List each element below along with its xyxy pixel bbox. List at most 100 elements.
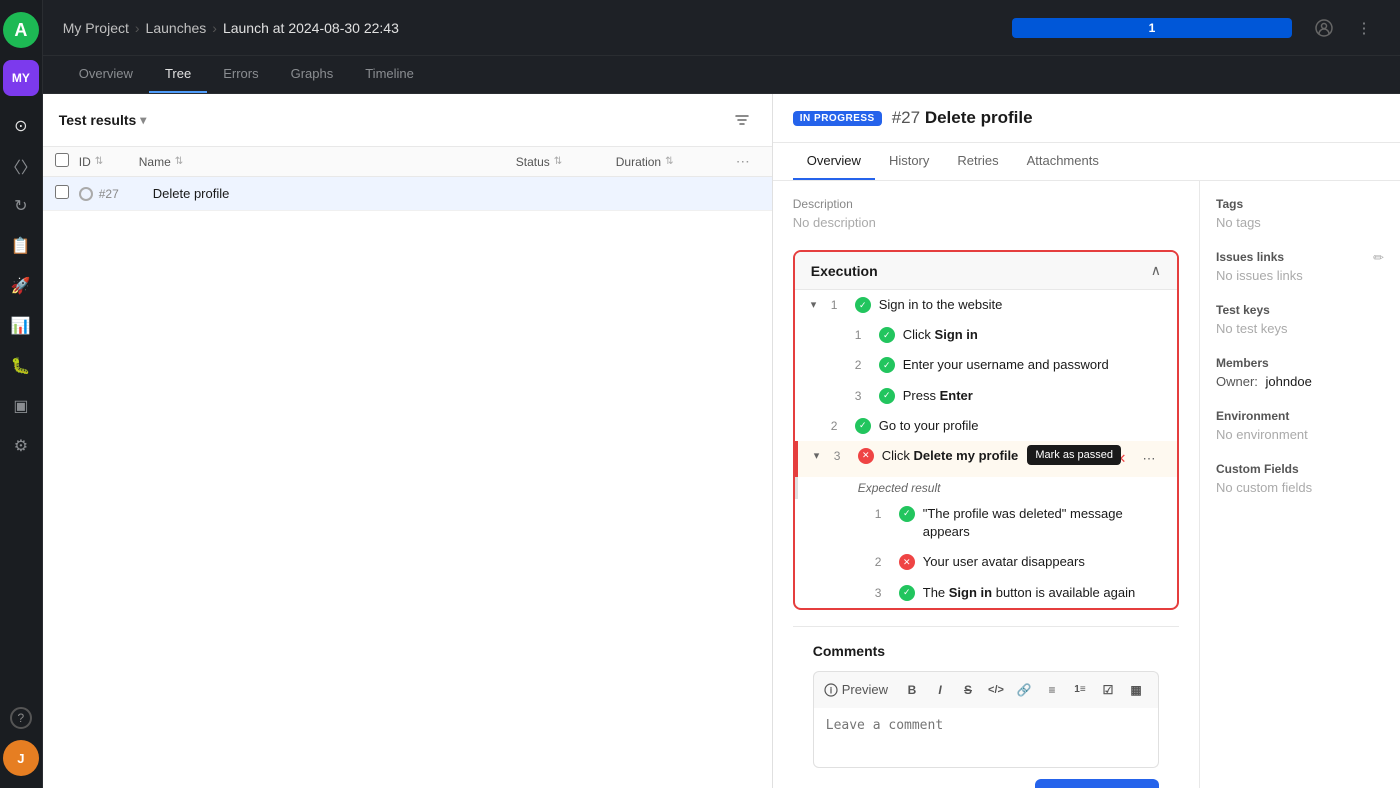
expand-step3-icon[interactable]: ▾ xyxy=(814,449,830,462)
environment-label: Environment xyxy=(1216,409,1384,423)
right-body: Description No description Execution ∧ ▾… xyxy=(773,181,1400,788)
test-number: #27 xyxy=(892,108,920,127)
step3-actions: Mark as passed ✓ ✕ ⋯ xyxy=(1081,447,1161,471)
sort-name-icon: ⇅ xyxy=(175,156,183,167)
environment-section: Environment No environment xyxy=(1216,409,1384,442)
step1-3-text: Press Enter xyxy=(903,387,1161,405)
step-more-button[interactable]: ⋯ xyxy=(1137,447,1161,471)
select-all-checkbox[interactable] xyxy=(55,153,79,170)
edit-issues-button[interactable]: ✏ xyxy=(1373,250,1384,266)
leave-comment-button[interactable]: Leave a comment xyxy=(1035,779,1159,788)
chart-icon[interactable]: 📊 xyxy=(3,308,39,344)
test-keys-value: No test keys xyxy=(1216,321,1384,336)
execution-box: Execution ∧ ▾ 1 ✓ Sign in to the website xyxy=(793,250,1179,610)
settings-icon[interactable]: ⚙ xyxy=(3,428,39,464)
bug-icon[interactable]: 🐛 xyxy=(3,348,39,384)
code-button[interactable]: </> xyxy=(984,678,1008,702)
help-icon[interactable]: ? xyxy=(3,700,39,736)
execution-header: Execution ∧ xyxy=(795,252,1177,290)
col-duration[interactable]: Duration ⇅ xyxy=(616,155,736,169)
step3-3-text: The Sign in button is available again xyxy=(923,584,1161,602)
preview-label[interactable]: Preview xyxy=(824,682,888,697)
comment-input[interactable] xyxy=(813,708,1159,768)
description-value: No description xyxy=(793,215,1179,230)
step1-2-text: Enter your username and password xyxy=(903,356,1161,374)
breadcrumb-project[interactable]: My Project xyxy=(63,20,129,36)
test-keys-label: Test keys xyxy=(1216,303,1384,317)
more-options-icon[interactable]: ⋮ xyxy=(1348,12,1380,44)
col-name[interactable]: Name ⇅ xyxy=(139,155,516,169)
breadcrumb-sep1: › xyxy=(135,20,140,36)
step-num: 3 xyxy=(855,389,871,403)
code-icon[interactable]: 〈〉 xyxy=(3,148,39,184)
progress-label: 1 xyxy=(1149,21,1156,35)
user-circle-icon[interactable] xyxy=(1308,12,1340,44)
col-status[interactable]: Status ⇅ xyxy=(516,155,616,169)
comment-footer: MD 📎 Attach files or drag & drop them Le… xyxy=(813,779,1159,788)
box-icon[interactable]: ▣ xyxy=(3,388,39,424)
right-tab-retries[interactable]: Retries xyxy=(943,143,1012,180)
description-section: Description No description xyxy=(793,197,1179,230)
table-button[interactable]: ▦ xyxy=(1124,678,1148,702)
progress-bar: 1 xyxy=(1012,18,1292,38)
custom-fields-label: Custom Fields xyxy=(1216,462,1384,476)
breadcrumb-sep2: › xyxy=(212,20,217,36)
step3-1-text: "The profile was deleted" message appear… xyxy=(923,505,1161,541)
right-tab-history[interactable]: History xyxy=(875,143,943,180)
status-badge: IN PROGRESS xyxy=(793,111,882,126)
header-checkbox[interactable] xyxy=(55,153,69,167)
members-section: Members Owner: johndoe xyxy=(1216,356,1384,389)
exec-step-1-2: ▾ 2 ✓ Enter your username and password xyxy=(795,350,1177,380)
rocket-icon[interactable]: 🚀 xyxy=(3,268,39,304)
step1-1-text: Click Sign in xyxy=(903,326,1161,344)
filter-icon[interactable] xyxy=(728,106,756,134)
step-num: 1 xyxy=(855,328,871,342)
expand-step1-icon[interactable]: ▾ xyxy=(811,298,827,311)
breadcrumb-current: Launch at 2024-08-30 22:43 xyxy=(223,20,399,36)
tab-timeline[interactable]: Timeline xyxy=(349,56,430,93)
table-row[interactable]: #27 Delete profile xyxy=(43,177,772,211)
ordered-list-button[interactable]: 1≡ xyxy=(1068,678,1092,702)
workspace-avatar[interactable]: MY xyxy=(3,60,39,96)
col-more[interactable]: ⋯ xyxy=(736,153,760,170)
test-results-title[interactable]: Test results ▾ xyxy=(59,112,147,128)
row-checkbox[interactable] xyxy=(55,185,79,202)
tab-errors[interactable]: Errors xyxy=(207,56,274,93)
tab-graphs[interactable]: Graphs xyxy=(275,56,350,93)
right-tab-attachments[interactable]: Attachments xyxy=(1013,143,1113,180)
collapse-icon[interactable]: ∧ xyxy=(1151,262,1161,279)
right-panel-header: IN PROGRESS #27 Delete profile xyxy=(773,94,1400,143)
italic-button[interactable]: I xyxy=(928,678,952,702)
strikethrough-button[interactable]: S xyxy=(956,678,980,702)
topbar-actions: ⋮ xyxy=(1308,12,1380,44)
row-name: Delete profile xyxy=(153,186,760,201)
refresh-icon[interactable]: ↻ xyxy=(3,188,39,224)
user-avatar[interactable]: J xyxy=(3,740,39,776)
col-id[interactable]: ID ⇅ xyxy=(79,155,139,169)
exec-step-3-2: ▾ 2 ✕ Your user avatar disappears xyxy=(795,547,1177,577)
right-tab-overview[interactable]: Overview xyxy=(793,143,875,180)
clipboard-icon[interactable]: 📋 xyxy=(3,228,39,264)
exec-step-3-1: ▾ 1 ✓ "The profile was deleted" message … xyxy=(795,499,1177,547)
step-num: 2 xyxy=(875,555,891,569)
exec-step-3: ▾ 3 ✕ Click Delete my profile Mark as pa… xyxy=(795,441,1177,477)
step3-2-fail-icon: ✕ xyxy=(899,554,915,570)
tabbar: Overview Tree Errors Graphs Timeline xyxy=(43,56,1400,94)
bold-button[interactable]: B xyxy=(900,678,924,702)
step3-fail-icon: ✕ xyxy=(858,448,874,464)
tab-overview[interactable]: Overview xyxy=(63,56,149,93)
step1-3-pass-icon: ✓ xyxy=(879,388,895,404)
checklist-button[interactable]: ☑ xyxy=(1096,678,1120,702)
left-panel-header: Test results ▾ xyxy=(43,94,772,147)
app-logo[interactable]: A xyxy=(3,12,39,48)
link-button[interactable]: 🔗 xyxy=(1012,678,1036,702)
unordered-list-button[interactable]: ≡ xyxy=(1040,678,1064,702)
tab-tree[interactable]: Tree xyxy=(149,56,207,93)
step-num: 3 xyxy=(834,449,850,463)
custom-fields-value: No custom fields xyxy=(1216,480,1384,495)
breadcrumb-launches[interactable]: Launches xyxy=(146,20,207,36)
sort-id-icon: ⇅ xyxy=(95,156,103,167)
exec-step-3-3: ▾ 3 ✓ The Sign in button is available ag… xyxy=(795,578,1177,608)
expected-result-label: Expected result xyxy=(795,477,1177,499)
dashboard-icon[interactable]: ⊙ xyxy=(3,108,39,144)
